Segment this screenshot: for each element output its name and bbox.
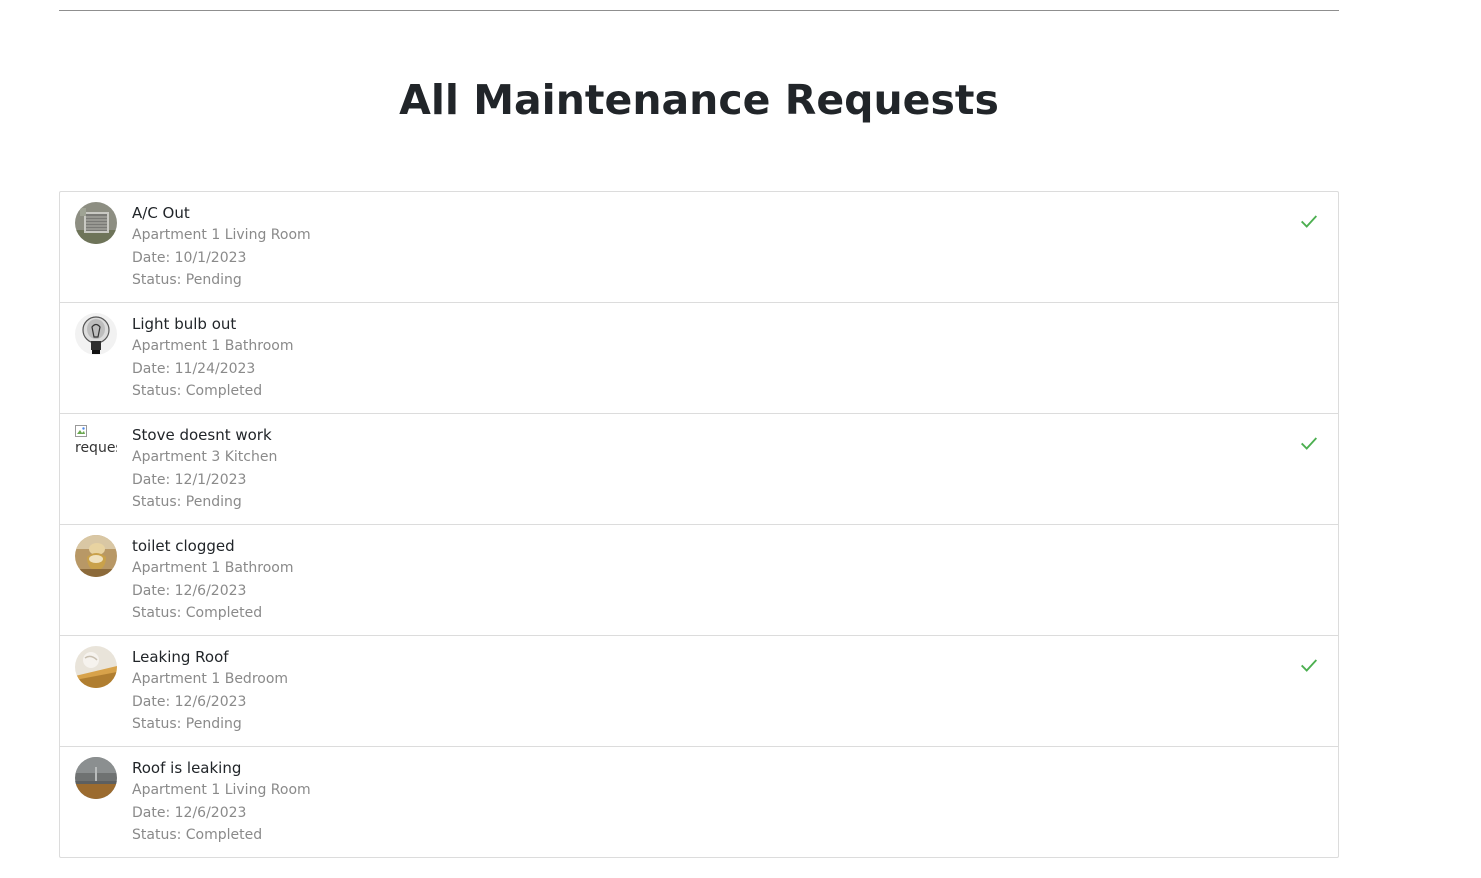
request-date: Date: 12/1/2023	[132, 471, 247, 488]
request-item: A/C Out Apartment 1 Living Room Date: 10…	[60, 192, 1338, 303]
request-date: Date: 12/6/2023	[132, 693, 247, 710]
request-details: Stove doesnt work Apartment 3 Kitchen Da…	[132, 424, 277, 514]
request-title: Stove doesnt work	[132, 426, 272, 444]
request-date: Date: 12/6/2023	[132, 582, 247, 599]
request-status: Status: Completed	[132, 827, 263, 843]
request-location: Apartment 1 Bathroom	[132, 338, 294, 354]
header-divider	[59, 10, 1339, 11]
request-item: Light bulb out Apartment 1 Bathroom Date…	[60, 303, 1338, 414]
check-icon[interactable]	[1298, 654, 1320, 676]
request-location: Apartment 1 Living Room	[132, 227, 311, 243]
request-title: A/C Out	[132, 204, 190, 222]
request-location: Apartment 1 Bathroom	[132, 560, 294, 576]
request-title: Roof is leaking	[132, 759, 242, 777]
request-image	[75, 757, 117, 799]
request-status: Status: Pending	[132, 272, 242, 288]
request-title: Leaking Roof	[132, 648, 229, 666]
request-item: Leaking Roof Apartment 1 Bedroom Date: 1…	[60, 636, 1338, 747]
request-image	[75, 313, 117, 355]
check-icon[interactable]	[1298, 432, 1320, 454]
request-date: Date: 10/1/2023	[132, 249, 247, 266]
check-icon[interactable]	[1298, 210, 1320, 232]
request-title: Light bulb out	[132, 315, 237, 333]
request-list: A/C Out Apartment 1 Living Room Date: 10…	[59, 191, 1339, 858]
request-image	[75, 646, 117, 688]
request-image	[75, 535, 117, 577]
request-status: Status: Completed	[132, 383, 263, 399]
request-item: request Stove doesnt work Apartment 3 Ki…	[60, 414, 1338, 525]
request-details: toilet clogged Apartment 1 Bathroom Date…	[132, 535, 293, 625]
broken-image-icon: request	[75, 424, 117, 466]
request-date: Date: 11/24/2023	[132, 360, 256, 377]
request-location: Apartment 1 Bedroom	[132, 671, 289, 687]
request-item: toilet clogged Apartment 1 Bathroom Date…	[60, 525, 1338, 636]
request-details: Light bulb out Apartment 1 Bathroom Date…	[132, 313, 293, 403]
request-details: A/C Out Apartment 1 Living Room Date: 10…	[132, 202, 311, 292]
request-status: Status: Completed	[132, 605, 263, 621]
request-image	[75, 202, 117, 244]
request-title: toilet clogged	[132, 537, 235, 555]
image-alt-text: request	[75, 440, 117, 456]
request-date: Date: 12/6/2023	[132, 804, 247, 821]
request-item: Roof is leaking Apartment 1 Living Room …	[60, 747, 1338, 857]
request-details: Leaking Roof Apartment 1 Bedroom Date: 1…	[132, 646, 288, 736]
request-location: Apartment 1 Living Room	[132, 782, 311, 798]
page-title: All Maintenance Requests	[399, 76, 999, 124]
request-status: Status: Pending	[132, 716, 242, 732]
page: All Maintenance Requests A/C Out Apartme…	[0, 0, 1481, 878]
request-location: Apartment 3 Kitchen	[132, 449, 278, 465]
request-status: Status: Pending	[132, 494, 242, 510]
request-details: Roof is leaking Apartment 1 Living Room …	[132, 757, 311, 847]
